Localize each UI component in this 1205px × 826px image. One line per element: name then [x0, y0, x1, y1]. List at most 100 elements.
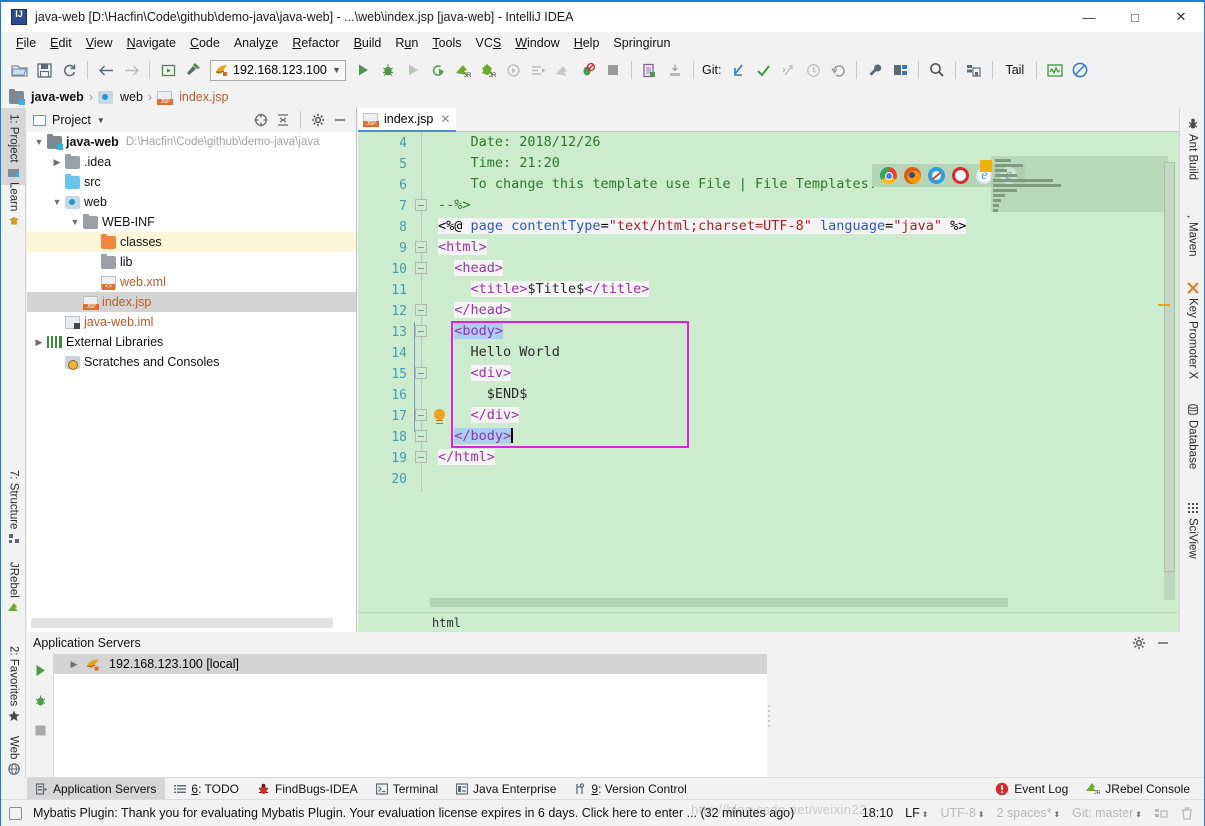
maximize-button[interactable]: □	[1112, 2, 1158, 32]
project-tree[interactable]: ▼ java-web D:\Hacfin\Code\github\demo-ja…	[27, 132, 356, 614]
code-minimap[interactable]	[980, 156, 1168, 212]
back-icon[interactable]	[94, 58, 118, 82]
git-history-icon[interactable]	[801, 58, 825, 82]
chevron-down-icon[interactable]: ▼	[97, 116, 105, 125]
attach-profiler-icon[interactable]	[501, 58, 525, 82]
tree-node-external-libraries[interactable]: ▶ External Libraries	[27, 332, 356, 352]
close-icon[interactable]: ✕	[440, 112, 450, 126]
debug-server-icon[interactable]	[30, 690, 50, 710]
sidebar-item-favorites[interactable]: 2: Favorites	[1, 640, 26, 728]
database-save-icon[interactable]	[962, 58, 986, 82]
code-line-6[interactable]: To change this template use File | File …	[438, 176, 877, 192]
update-app-icon[interactable]	[551, 58, 575, 82]
editor-tab-index-jsp[interactable]: index.jsp ✕	[358, 108, 457, 132]
sidebar-item-maven[interactable]: m Maven	[1180, 200, 1205, 263]
code-line-19[interactable]: </html>	[438, 449, 495, 465]
search-icon[interactable]	[925, 58, 949, 82]
editor-fold-column[interactable]	[413, 132, 431, 632]
safari-icon[interactable]	[928, 167, 945, 184]
menu-springirun[interactable]: Springirun	[606, 34, 677, 52]
tree-node-java-web[interactable]: ▼ java-web D:\Hacfin\Code\github\demo-ja…	[27, 132, 356, 152]
breadcrumb-file[interactable]: index.jsp	[179, 90, 228, 104]
menu-edit[interactable]: Edit	[43, 34, 79, 52]
close-button[interactable]: ✕	[1158, 2, 1204, 32]
tree-node-web-xml[interactable]: ▶ web.xml	[27, 272, 356, 292]
code-line-10[interactable]: <head>	[438, 260, 504, 276]
chevron-right-icon[interactable]: ▶	[33, 336, 45, 348]
fold-marker[interactable]	[415, 325, 427, 337]
code-line-11[interactable]: <title>$Title$</title>	[438, 281, 650, 297]
menu-window[interactable]: Window	[508, 34, 566, 52]
debug-icon[interactable]	[376, 58, 400, 82]
stop-server-icon[interactable]	[30, 720, 50, 740]
jrebel-run-icon[interactable]: JR	[451, 58, 475, 82]
code-line-8[interactable]: <%@ page contentType="text/html;charset=…	[438, 218, 967, 234]
breadcrumb-project[interactable]: java-web	[31, 90, 84, 104]
status-message[interactable]: Mybatis Plugin: Thank you for evaluating…	[27, 806, 800, 820]
git-revert-icon[interactable]	[826, 58, 850, 82]
line-separator-selector[interactable]: LF ⬍	[899, 806, 934, 820]
fold-marker[interactable]	[415, 262, 427, 274]
sidebar-item-ant-build[interactable]: Ant Build	[1180, 112, 1205, 186]
code-line-4[interactable]: Date: 2018/12/26	[438, 134, 601, 150]
indent-selector[interactable]: 2 spaces* ⬍	[991, 806, 1067, 820]
hide-panel-icon[interactable]	[330, 110, 350, 130]
editor-vertical-scrollbar[interactable]	[1158, 162, 1175, 600]
chevron-down-icon[interactable]: ▼	[33, 136, 45, 148]
code-line-5[interactable]: Time: 21:20	[438, 155, 560, 171]
git-commit-icon[interactable]	[751, 58, 775, 82]
compile-icon[interactable]	[156, 58, 180, 82]
firefox-icon[interactable]	[904, 167, 921, 184]
minimize-button[interactable]: —	[1066, 2, 1112, 32]
tool-tab-event-log[interactable]: Event Log	[986, 778, 1077, 800]
tree-node-iml[interactable]: ▶ java-web.iml	[27, 312, 356, 332]
tool-tab-terminal[interactable]: Terminal	[367, 778, 447, 800]
run-server-icon[interactable]	[30, 660, 50, 680]
editor-gutter[interactable]: 4 5 6 7 8 9 10 11 12 13 14 15 16 17 18 1…	[358, 132, 413, 632]
tree-node-index-jsp[interactable]: ▶ index.jsp	[27, 292, 356, 312]
step-over-icon[interactable]	[526, 58, 550, 82]
deploy-icon[interactable]	[638, 58, 662, 82]
tool-tab-findbugs[interactable]: FindBugs-IDEA	[248, 778, 367, 800]
sidebar-item-project[interactable]: 1: Project	[1, 108, 26, 185]
editor-breadcrumb-label[interactable]: html	[432, 616, 461, 630]
tool-tab-java-enterprise[interactable]: Java Enterprise	[447, 778, 565, 800]
sidebar-item-sciview[interactable]: SciView	[1180, 496, 1205, 565]
gear-icon[interactable]	[1129, 633, 1149, 653]
git-update-icon[interactable]	[726, 58, 750, 82]
fold-marker[interactable]	[415, 409, 427, 421]
settings-wrench-icon[interactable]	[863, 58, 887, 82]
run-with-coverage-icon[interactable]	[401, 58, 425, 82]
server-list-item[interactable]: ▶ 192.168.123.100 [local]	[54, 654, 767, 674]
chevron-down-icon[interactable]: ▼	[332, 65, 341, 75]
menu-view[interactable]: View	[79, 34, 120, 52]
fold-marker[interactable]	[415, 241, 427, 253]
fold-marker[interactable]	[415, 430, 427, 442]
sync-icon[interactable]	[57, 58, 81, 82]
servers-list[interactable]: ▶ 192.168.123.100 [local]	[53, 654, 767, 777]
fold-marker[interactable]	[415, 304, 427, 316]
chevron-down-icon[interactable]: ▼	[51, 196, 63, 208]
tree-node-web[interactable]: ▼ web	[27, 192, 356, 212]
menu-code[interactable]: Code	[183, 34, 227, 52]
chrome-icon[interactable]	[880, 167, 897, 184]
fold-marker[interactable]	[415, 199, 427, 211]
chevron-right-icon[interactable]: ▶	[68, 658, 80, 670]
tool-tab-todo[interactable]: 6: TODO	[165, 778, 248, 800]
sidebar-item-jrebel[interactable]: JRebel	[1, 556, 26, 620]
jrebel-debug-icon[interactable]: JR	[476, 58, 500, 82]
tree-node-classes[interactable]: ▶ classes	[27, 232, 356, 252]
code-line-7[interactable]: --%>	[438, 197, 471, 213]
menu-help[interactable]: Help	[567, 34, 607, 52]
chevron-down-icon[interactable]: ▼	[69, 216, 81, 228]
run-icon[interactable]	[351, 58, 375, 82]
menu-run[interactable]: Run	[388, 34, 425, 52]
menu-build[interactable]: Build	[347, 34, 389, 52]
tree-node-idea[interactable]: ▶ .idea	[27, 152, 356, 172]
gear-icon[interactable]	[308, 110, 328, 130]
run-configuration-selector[interactable]: 192.168.123.100 ▼	[210, 59, 346, 81]
tool-tab-jrebel-console[interactable]: JR JRebel Console	[1077, 778, 1204, 800]
code-editor[interactable]: 4 5 6 7 8 9 10 11 12 13 14 15 16 17 18 1…	[358, 132, 1179, 632]
project-structure-icon[interactable]	[888, 58, 912, 82]
breadcrumb-folder[interactable]: web	[120, 90, 143, 104]
